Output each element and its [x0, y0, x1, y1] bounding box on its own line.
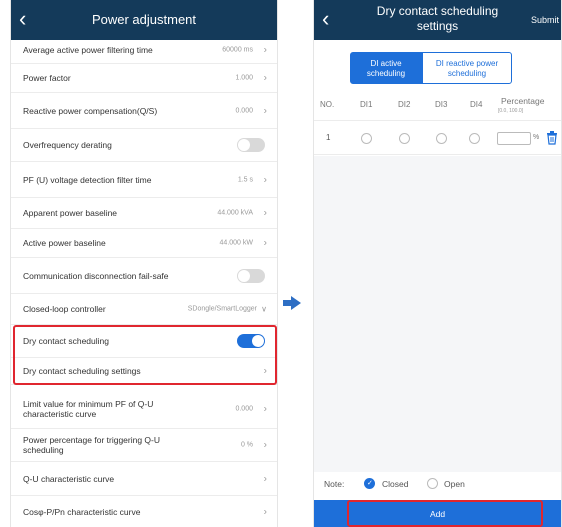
overfrequency-derating-toggle[interactable] — [237, 138, 265, 152]
chevron-right-icon: › — [263, 237, 267, 249]
chevron-right-icon: › — [263, 44, 267, 55]
setting-row-active-power-filtering-time[interactable]: Average active power filtering time 6000… — [11, 36, 277, 64]
setting-label: Reactive power compensation(Q/S) — [23, 105, 158, 116]
page-title-line1: Dry contact scheduling — [376, 4, 499, 18]
fail-safe-toggle[interactable] — [237, 268, 265, 283]
page-title: Power adjustment — [91, 12, 197, 27]
setting-label: Cosφ-P/Pn characteristic curve — [23, 506, 141, 517]
submit-button[interactable]: Submit — [531, 15, 559, 25]
setting-label: Power factor — [23, 73, 71, 83]
page-title-line2: settings — [416, 19, 459, 33]
chevron-down-icon: ∨ — [261, 304, 267, 314]
chevron-right-icon: › — [263, 473, 267, 484]
setting-row-cosphi-p-pn-characteristic-curve[interactable]: Cosφ-P/Pn characteristic curve › — [11, 496, 277, 527]
setting-label: Q-U characteristic curve — [23, 473, 115, 484]
setting-value: 1.5 s — [237, 176, 253, 183]
setting-row-communication-disconnection-fail-safe: Communication disconnection fail-safe — [11, 258, 277, 294]
top-bar: ‹ Dry contact scheduling settings Submit — [314, 0, 561, 40]
setting-row-power-factor[interactable]: Power factor 1.000 › — [11, 64, 277, 93]
power-adjustment-screen: ‹ Power adjustment Average active power … — [10, 0, 278, 527]
chevron-right-icon: › — [263, 105, 267, 116]
back-chevron-icon[interactable]: ‹ — [322, 6, 329, 32]
setting-value: 0 % — [240, 441, 253, 449]
check-icon: ✓ — [367, 480, 373, 487]
list-empty-area — [314, 156, 561, 472]
setting-label: Average active power filtering time — [23, 44, 153, 55]
page-title: Dry contact scheduling settings — [354, 4, 521, 34]
setting-value: 60000 ms — [222, 46, 253, 53]
top-bar: ‹ Power adjustment — [11, 0, 277, 40]
setting-value: 44.000 kVA — [217, 209, 253, 217]
column-header-di2: DI2 — [398, 100, 411, 109]
tab-label-line2: scheduling — [366, 69, 406, 78]
tab-label-line2: scheduling — [447, 69, 487, 78]
column-header-percentage: Percentage — [501, 96, 545, 106]
highlight-box — [347, 500, 543, 527]
trash-icon[interactable] — [546, 131, 558, 145]
tab-di-reactive-power-scheduling[interactable]: DI reactive power scheduling — [422, 52, 512, 84]
setting-label: Power percentage for triggering Q-U sche… — [23, 435, 161, 455]
chevron-right-icon: › — [263, 207, 267, 219]
di2-radio[interactable] — [399, 133, 410, 144]
setting-row-pf-voltage-detection-filter-time[interactable]: PF (U) voltage detection filter time 1.5… — [11, 162, 277, 198]
highlight-box — [13, 325, 277, 385]
setting-row-closed-loop-controller[interactable]: Closed-loop controller SDongle/SmartLogg… — [11, 294, 277, 325]
setting-label: Active power baseline — [23, 238, 106, 248]
setting-row-power-percentage-q-u-scheduling[interactable]: Power percentage for triggering Q-U sche… — [11, 429, 277, 462]
chevron-right-icon: › — [263, 403, 267, 414]
column-header-no: NO. — [320, 100, 335, 109]
column-header-di3: DI3 — [435, 100, 448, 109]
chevron-right-icon: › — [263, 174, 267, 185]
legend-closed-label: Closed — [382, 479, 409, 489]
setting-row-reactive-power-compensation[interactable]: Reactive power compensation(Q/S) 0.000 › — [11, 93, 277, 129]
percentage-range: [0.0, 100.0] — [498, 108, 524, 114]
tab-label-line1: DI active — [370, 59, 402, 68]
column-header-di4: DI4 — [470, 100, 483, 109]
note-legend: Note: ✓ Closed Open — [314, 472, 561, 496]
setting-row-q-u-characteristic-curve[interactable]: Q-U characteristic curve › — [11, 462, 277, 496]
note-label: Note: — [324, 479, 345, 489]
setting-label: PF (U) voltage detection filter time — [23, 174, 152, 185]
setting-row-overfrequency-derating: Overfrequency derating — [11, 129, 277, 162]
setting-label: Overfrequency derating — [23, 140, 112, 150]
di1-radio[interactable] — [361, 133, 372, 144]
chevron-right-icon: › — [263, 439, 267, 451]
percent-unit: % — [533, 134, 540, 141]
tab-label-line1: DI reactive power — [435, 59, 499, 68]
di4-radio[interactable] — [469, 133, 480, 144]
setting-label: Limit value for minimum PF of Q-U charac… — [23, 398, 154, 419]
setting-value: 44.000 kW — [219, 239, 253, 247]
tab-di-active-scheduling[interactable]: DI active scheduling — [350, 52, 422, 84]
dry-contact-scheduling-settings-screen: ‹ Dry contact scheduling settings Submit… — [313, 0, 562, 527]
setting-row-active-power-baseline[interactable]: Active power baseline 44.000 kW › — [11, 229, 277, 258]
setting-value: 0.000 — [235, 405, 253, 412]
legend-open-label: Open — [444, 479, 465, 489]
row-number: 1 — [326, 133, 331, 142]
percentage-input[interactable] — [497, 132, 531, 145]
open-empty-circle-icon — [427, 478, 438, 489]
chevron-right-icon: › — [263, 506, 267, 517]
setting-value: SDongle/SmartLogger — [187, 305, 257, 313]
chevron-right-icon: › — [263, 72, 267, 84]
arrow-right-icon — [283, 296, 301, 310]
setting-label: Apparent power baseline — [23, 208, 118, 218]
setting-value: 0.000 — [235, 107, 253, 114]
column-header-di1: DI1 — [360, 100, 373, 109]
setting-value: 1.000 — [235, 74, 253, 82]
setting-label: Closed-loop controller — [23, 304, 106, 314]
di3-radio[interactable] — [436, 133, 447, 144]
setting-row-apparent-power-baseline[interactable]: Apparent power baseline 44.000 kVA › — [11, 198, 277, 229]
setting-row-limit-value-min-pf[interactable]: Limit value for minimum PF of Q-U charac… — [11, 389, 277, 429]
setting-label: Communication disconnection fail-safe — [23, 270, 169, 281]
